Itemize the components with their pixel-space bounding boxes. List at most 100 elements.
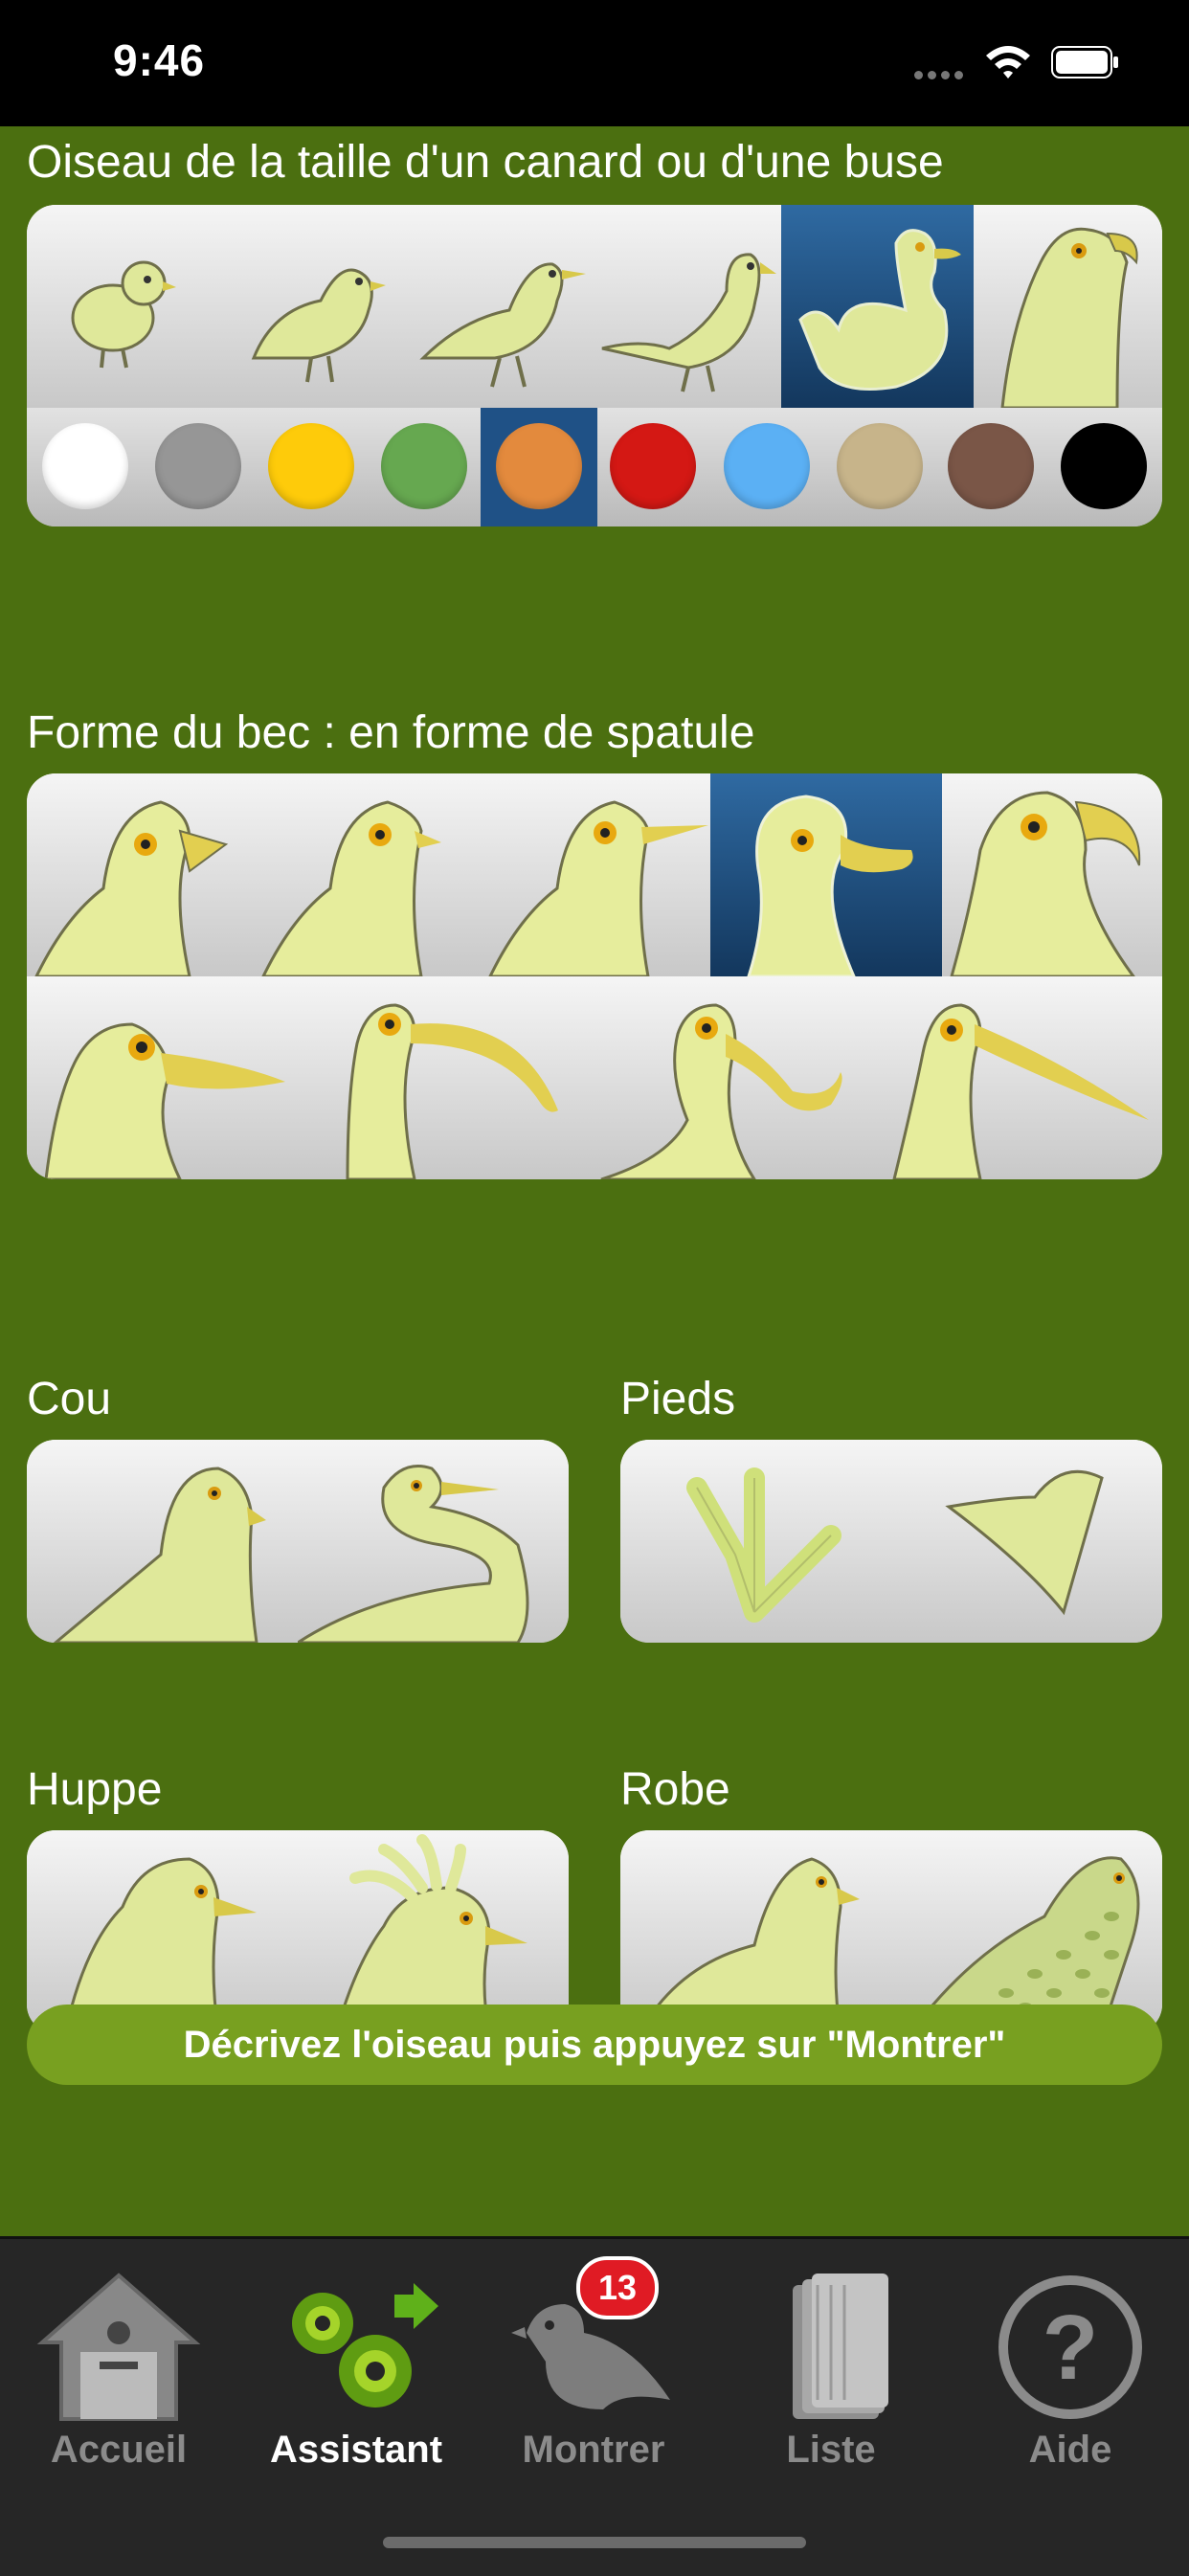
medium-bird-icon [251,268,386,383]
large-bird-icon [601,253,776,392]
long-beak-icon [488,800,708,976]
long-curved-beak-icon [600,1003,842,1179]
beak-section-title: Forme du bec : en forme de spatule [27,707,755,758]
neck-short-tile[interactable] [27,1440,298,1643]
beak-long-thin-tile[interactable] [481,773,710,976]
size-thrush-tile[interactable] [215,205,404,408]
help-icon: ? [998,2275,1142,2419]
color-swatch [724,423,810,509]
tab-accueil[interactable]: Accueil [0,2239,237,2488]
neck-panel [27,1440,569,1643]
webbed-foot-icon [945,1469,1104,1616]
duck-icon [798,229,961,391]
crest-none-tile[interactable] [27,1830,298,2033]
straight-long-beak-icon [892,1003,1149,1179]
house-icon [36,2273,201,2421]
beak-conical-long-tile[interactable] [27,976,309,1179]
beak-thin-tile[interactable] [254,773,481,976]
beak-hooked-tile[interactable] [942,773,1162,976]
plain-plumage-icon [638,1857,860,2033]
no-crest-icon [63,1857,257,2033]
crest-present-tile[interactable] [298,1830,569,2033]
curved-beak-icon [346,1003,558,1179]
color-swatch [1061,423,1147,509]
color-swatch [42,423,128,509]
neck-long-tile[interactable] [298,1440,569,1643]
color-beige[interactable] [821,408,938,526]
crest-section-title: Huppe [27,1764,163,1815]
describe-bird-button[interactable]: Décrivez l'oiseau puis appuyez sur "Mont… [27,2005,1162,2085]
wifi-icon [986,46,1030,78]
tab-liste[interactable]: Liste [712,2239,950,2488]
tab-label: Assistant [269,2429,443,2471]
signal-icon [914,67,968,84]
color-swatch-row [27,408,1162,526]
beak-curved-down-tile[interactable] [309,976,592,1179]
color-white[interactable] [27,408,144,526]
color-red[interactable] [594,408,711,526]
tab-assistant[interactable]: Assistant [237,2239,475,2488]
color-swatch [155,423,241,509]
size-section-title: Oiseau de la taille d'un canard ou d'une… [27,137,944,188]
pigeon-bird-icon [419,262,586,388]
book-icon [793,2274,888,2419]
color-swatch [268,423,354,509]
size-buzzard-tile[interactable] [974,205,1162,408]
beak-spatula-tile[interactable] [710,773,942,976]
color-swatch [496,423,582,509]
color-black[interactable] [1045,408,1162,526]
battery-icon [1051,46,1118,78]
feet-webbed-tile[interactable] [891,1440,1162,1643]
notification-badge: 13 [576,2256,659,2319]
beak-panel [27,773,1162,1179]
spatula-beak-icon [747,795,913,976]
size-crow-tile[interactable] [593,205,781,408]
feet-perching-tile[interactable] [620,1440,891,1643]
small-bird-icon [71,260,176,369]
size-panel [27,205,1162,526]
crest-icon [334,1834,527,2033]
color-blue[interactable] [708,408,825,526]
neck-section-title: Cou [27,1374,112,1424]
size-sparrow-tile[interactable] [27,205,215,408]
short-beak-icon [34,800,229,976]
size-pigeon-tile[interactable] [404,205,593,408]
thin-beak-icon [261,800,441,976]
short-neck-icon [53,1467,266,1643]
crest-panel [27,1830,569,2033]
tab-label: Accueil [50,2429,188,2471]
plumage-plain-tile[interactable] [620,1830,891,2033]
plumage-panel [620,1830,1162,2033]
feet-panel [620,1440,1162,1643]
size-duck-tile[interactable] [781,205,974,408]
tab-label: Liste [786,2429,876,2471]
tab-label: Montrer [522,2429,665,2471]
spotted-plumage-icon [909,1856,1140,2033]
color-brown[interactable] [932,408,1049,526]
color-swatch [948,423,1034,509]
beak-straight-long-tile[interactable] [875,976,1162,1179]
plumage-section-title: Robe [620,1764,730,1815]
tab-label: Aide [1028,2429,1112,2471]
color-yellow[interactable] [253,408,370,526]
plumage-spotted-tile[interactable] [891,1830,1162,2033]
beak-short-tile[interactable] [27,773,254,976]
home-indicator[interactable] [383,2537,806,2548]
status-bar: 9:46 [0,0,1189,126]
status-time: 9:46 [113,35,206,85]
long-neck-icon [298,1465,529,1643]
hooked-beak-icon [950,791,1141,976]
color-grey[interactable] [140,408,257,526]
color-swatch [610,423,696,509]
beak-curlew-tile[interactable] [592,976,875,1179]
assistant-screen: Oiseau de la taille d'un canard ou d'une… [0,126,1189,2236]
feet-section-title: Pieds [620,1374,736,1424]
color-orange[interactable] [481,408,597,526]
tab-aide[interactable]: ? Aide [952,2239,1189,2488]
stout-beak-icon [44,1022,285,1179]
svg-text:?: ? [1043,2296,1099,2399]
gears-icon [292,2283,438,2408]
color-swatch [381,423,467,509]
perching-foot-icon [686,1467,841,1623]
color-green[interactable] [366,408,482,526]
